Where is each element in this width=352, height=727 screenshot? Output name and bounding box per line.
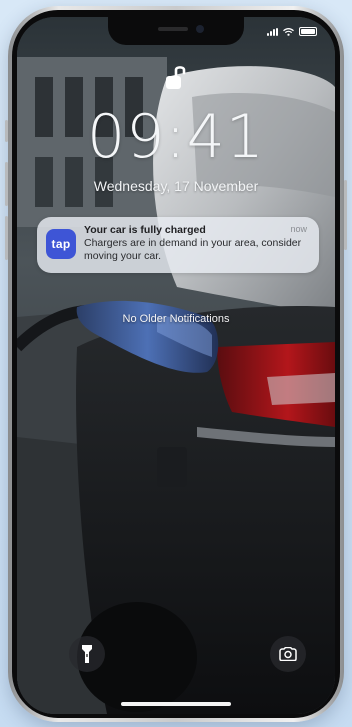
notification-title: Your car is fully charged: [84, 224, 206, 236]
camera-icon: [279, 647, 297, 661]
power-button: [344, 180, 347, 250]
battery-icon: [299, 27, 317, 36]
no-older-notifications-label: No Older Notifications: [122, 313, 230, 325]
notification-time: now: [290, 224, 307, 234]
wifi-icon: [283, 28, 294, 36]
volume-up-button: [5, 162, 8, 206]
lock-screen: 09:41 Wednesday, 17 November tap Your ca…: [17, 17, 335, 714]
page-background: 09:41 Wednesday, 17 November tap Your ca…: [0, 0, 352, 727]
unlocked-padlock-icon: [166, 66, 186, 89]
status-bar: [267, 27, 317, 36]
lock-screen-time: 09:41: [87, 102, 265, 172]
notification-card[interactable]: tap Your car is fully charged now Charge…: [37, 217, 319, 273]
front-camera: [196, 25, 204, 33]
earpiece-speaker: [158, 27, 188, 31]
notch: [108, 17, 244, 45]
signal-icon: [267, 28, 278, 36]
app-icon: tap: [46, 229, 76, 259]
lock-screen-date: Wednesday, 17 November: [93, 178, 259, 194]
home-indicator[interactable]: [121, 702, 231, 706]
notification-body: Chargers are in demand in your area, con…: [84, 237, 302, 262]
flashlight-button[interactable]: [69, 636, 105, 672]
mute-switch: [5, 120, 8, 142]
camera-button[interactable]: [270, 636, 306, 672]
volume-down-button: [5, 216, 8, 260]
flashlight-icon: [82, 645, 92, 663]
